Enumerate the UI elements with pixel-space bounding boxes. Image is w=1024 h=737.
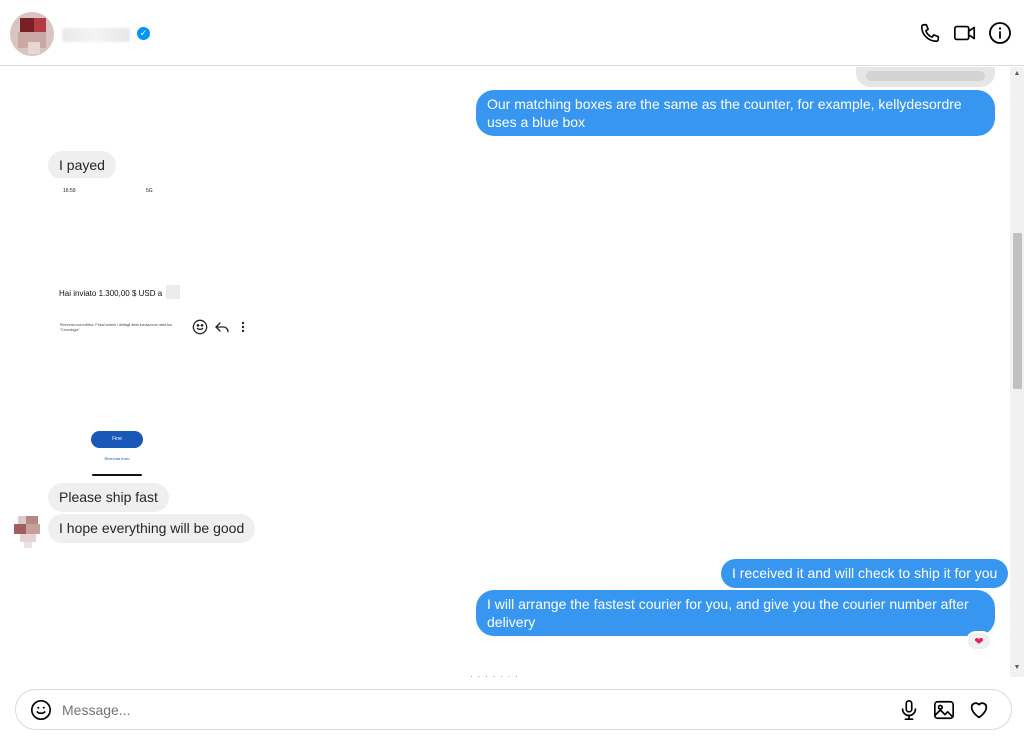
message-outgoing[interactable]: Our matching boxes are the same as the c… [476, 90, 995, 136]
screenshot-home-bar [92, 474, 142, 476]
emoji-icon[interactable] [29, 698, 53, 722]
sender-avatar[interactable] [14, 516, 42, 548]
info-icon[interactable] [987, 20, 1013, 46]
scroll-down-arrow-icon[interactable]: ▼ [1013, 664, 1021, 672]
screenshot-time: 16:59 [63, 188, 76, 194]
microphone-icon[interactable] [897, 698, 921, 722]
contact-avatar[interactable] [10, 12, 54, 56]
image-icon[interactable] [932, 698, 956, 722]
message-incoming[interactable]: Please ship fast [48, 483, 169, 512]
message-outgoing[interactable]: I received it and will check to ship it … [721, 559, 1009, 588]
payment-screenshot-image[interactable]: 16:59 5G Hai inviato 1.300,00 $ USD a Ri… [48, 178, 186, 480]
more-icon[interactable] [236, 319, 250, 340]
screenshot-note: Riceverai una notifica. Potrai vedere i … [60, 323, 172, 332]
heart-reaction-icon[interactable]: ❤ [966, 631, 992, 651]
scrollbar-thumb[interactable] [1013, 233, 1022, 389]
heart-icon[interactable] [967, 698, 991, 722]
phone-icon[interactable] [917, 20, 943, 46]
message-thread[interactable]: Our matching boxes are the same as the c… [0, 67, 1010, 677]
message-outgoing[interactable]: I will arrange the fastest courier for y… [476, 590, 995, 636]
message-incoming[interactable]: I payed [48, 151, 116, 180]
reply-icon[interactable] [214, 319, 230, 340]
screenshot-amount: Hai inviato 1.300,00 $ USD a [59, 289, 163, 298]
video-camera-icon[interactable] [952, 20, 978, 46]
scroll-up-arrow-icon[interactable]: ▲ [1013, 70, 1021, 78]
smiley-icon[interactable] [192, 319, 208, 340]
message-composer [15, 689, 1012, 730]
contact-name-redacted[interactable] [62, 28, 130, 42]
screenshot-recipient-redacted [166, 285, 180, 299]
message-incoming[interactable]: I hope everything will be good [48, 514, 256, 543]
chat-header: ✓ [0, 0, 1024, 66]
screenshot-receipt-link: Ricevuta Invio [104, 456, 130, 461]
scrollbar[interactable]: ▲ ▼ [1010, 67, 1024, 677]
timestamp-divider: · · · · · · · [470, 671, 519, 677]
verified-badge-icon: ✓ [137, 27, 150, 40]
message-actions [192, 319, 250, 339]
previous-image-message[interactable] [856, 67, 995, 87]
message-input[interactable] [62, 699, 882, 721]
screenshot-status: 5G [146, 188, 153, 194]
screenshot-done-button: Fine [91, 431, 143, 448]
